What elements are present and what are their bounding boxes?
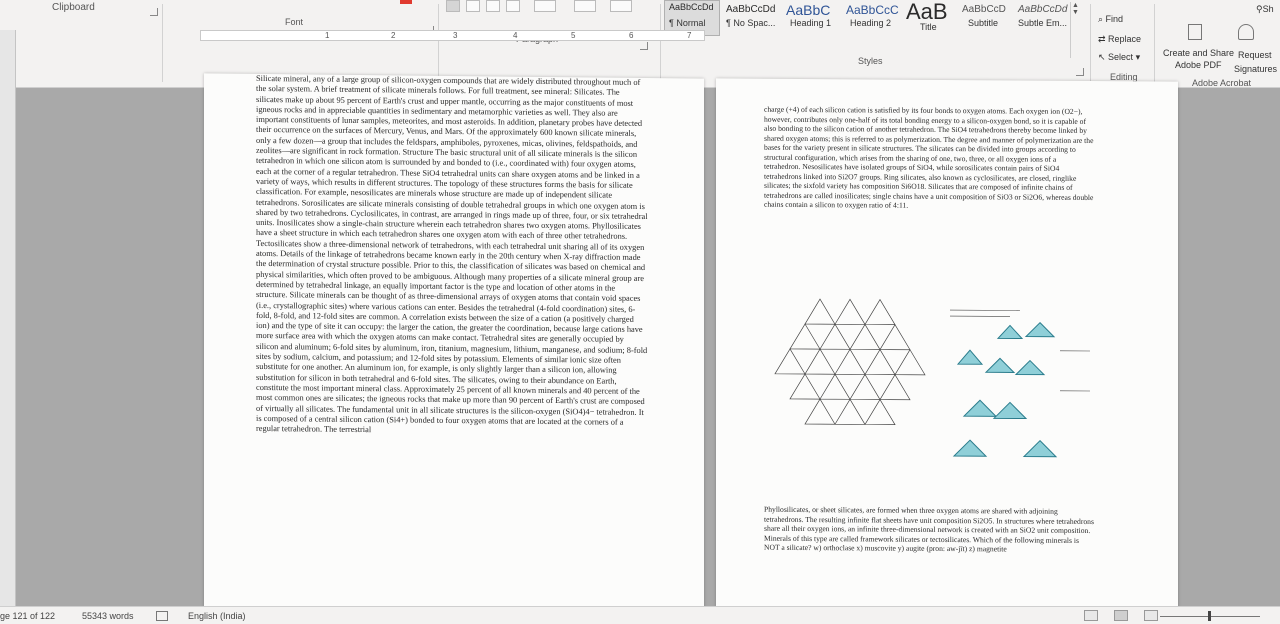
document-page-right[interactable]: charge (+4) of each silicon cation is sa… [716, 78, 1178, 612]
replace-button[interactable]: ⇄ Replace [1098, 34, 1141, 45]
signatures-label[interactable]: Signatures [1234, 64, 1277, 74]
align-left-icon[interactable] [446, 0, 460, 12]
print-layout-icon[interactable] [1114, 610, 1128, 621]
find-button[interactable]: ⌕ Find [1098, 14, 1123, 25]
style-cut-sample: AaBbCcDd [669, 2, 714, 12]
justify-icon[interactable] [506, 0, 520, 12]
clipboard-launcher-icon[interactable] [150, 8, 158, 16]
ribbon: Clipboard Font Paragraph AaBbCcDd ¶ Norm… [0, 0, 1280, 88]
read-mode-icon[interactable] [1084, 610, 1098, 621]
chain-lines-diagram [950, 309, 1090, 392]
cursor-icon: ↖ [1098, 52, 1109, 62]
align-right-icon[interactable] [486, 0, 500, 12]
page-right-text-bottom: Phyllosilicates, or sheet silicates, are… [764, 504, 1094, 554]
language-indicator[interactable]: English (India) [188, 611, 246, 621]
horizontal-ruler[interactable]: 1 2 3 4 5 6 7 [200, 30, 705, 41]
style-normal-label: ¶ Normal [669, 18, 706, 28]
style-heading-2[interactable]: AaBbCcC Heading 2 [842, 0, 900, 36]
styles-group-label: Styles [858, 56, 883, 66]
clipboard-group-label: Clipboard [52, 2, 95, 13]
divider [660, 4, 661, 82]
divider [162, 4, 163, 82]
chain-structures-diagram [952, 321, 1058, 458]
proofing-icon[interactable] [156, 611, 168, 621]
style-subtitle[interactable]: AaBbCcD Subtitle [958, 0, 1014, 36]
paragraph-launcher-icon[interactable] [640, 42, 648, 50]
search-icon: ⌕ [1098, 14, 1106, 24]
style-no-spacing[interactable]: AaBbCcDd ¶ No Spac... [722, 0, 780, 36]
page-right-text-top: charge (+4) of each silicon cation is sa… [764, 104, 1094, 210]
person-icon: ⚲ [1256, 4, 1263, 14]
share-button[interactable]: ⚲Sh [1256, 4, 1274, 15]
line-spacing-icon[interactable] [534, 0, 556, 12]
style-title[interactable]: AaB Title [902, 0, 956, 36]
divider [438, 4, 439, 82]
web-layout-icon[interactable] [1144, 610, 1158, 621]
page-left-text: Silicate mineral, any of a large group o… [256, 73, 648, 435]
tetrahedral-sheet-diagram [774, 298, 926, 425]
page-count[interactable]: ge 121 of 122 [0, 611, 55, 621]
create-share-label[interactable]: Create and Share [1163, 48, 1234, 58]
adobe-pdf-label[interactable]: Adobe PDF [1175, 60, 1222, 70]
styles-launcher-icon[interactable] [1076, 68, 1084, 76]
styles-scroll-icon[interactable]: ▲ ▼ [1070, 2, 1080, 58]
font-color-icon[interactable] [400, 0, 412, 4]
create-pdf-icon[interactable] [1188, 24, 1202, 40]
select-button[interactable]: ↖ Select ▾ [1098, 52, 1140, 63]
request-label[interactable]: Request [1238, 50, 1272, 60]
adobe-group-label: Adobe Acrobat [1192, 78, 1252, 88]
divider [1090, 4, 1091, 82]
style-heading-1[interactable]: AaBbC Heading 1 [782, 0, 840, 36]
word-count[interactable]: 55343 words [82, 611, 134, 621]
shading-icon[interactable] [574, 0, 596, 12]
style-subtle-emphasis[interactable]: AaBbCcDd Subtle Em... [1014, 0, 1070, 36]
zoom-slider-thumb[interactable] [1208, 611, 1211, 621]
borders-icon[interactable] [610, 0, 632, 12]
font-group-label: Font [285, 17, 304, 27]
document-page-left[interactable]: Silicate mineral, any of a large group o… [204, 73, 704, 613]
vertical-ruler[interactable] [0, 30, 16, 606]
status-bar: ge 121 of 122 55343 words English (India… [0, 606, 1280, 624]
replace-icon: ⇄ [1098, 34, 1109, 44]
align-center-icon[interactable] [466, 0, 480, 12]
divider [1154, 4, 1155, 82]
request-signature-icon[interactable] [1238, 24, 1254, 40]
silicate-structures-figure [774, 298, 1090, 458]
